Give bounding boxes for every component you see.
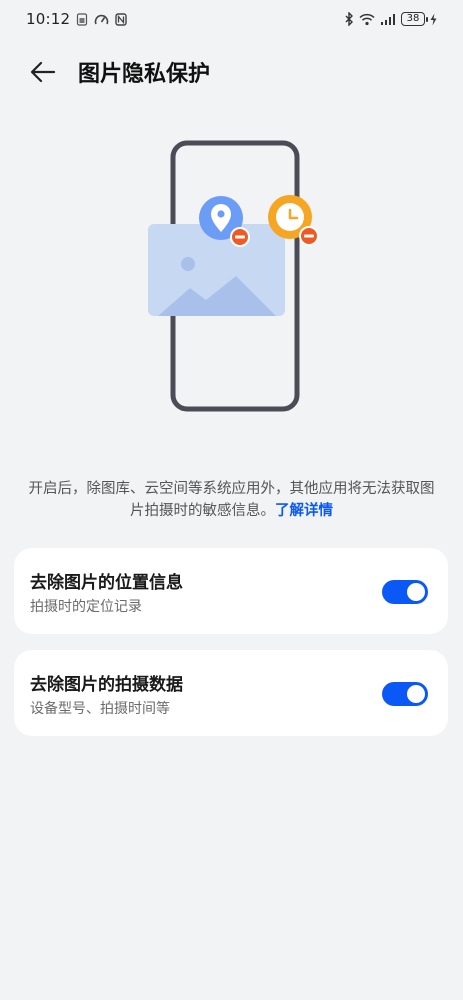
toggle-knob xyxy=(407,685,425,703)
battery-level: 38 xyxy=(406,13,420,24)
toggle-knob xyxy=(407,583,425,601)
back-button[interactable] xyxy=(26,58,60,86)
setting-subtitle: 拍摄时的定位记录 xyxy=(30,599,142,615)
setting-remove-shooting-data[interactable]: 去除图片的拍摄数据 设备型号、拍摄时间等 xyxy=(14,650,448,736)
status-bar: 10:12 38 xyxy=(0,0,463,38)
back-arrow-icon xyxy=(30,61,56,83)
setting-subtitle: 设备型号、拍摄时间等 xyxy=(30,701,170,717)
battery-indicator: 38 xyxy=(401,12,428,26)
speedometer-icon xyxy=(94,13,109,26)
setting-remove-location[interactable]: 去除图片的位置信息 拍摄时的定位记录 xyxy=(14,548,448,634)
signal-icon xyxy=(380,13,396,26)
remove-time-icon xyxy=(299,226,319,246)
status-time: 10:12 xyxy=(26,10,71,28)
status-left: 10:12 xyxy=(26,10,127,28)
privacy-illustration xyxy=(140,140,340,420)
charging-icon xyxy=(430,13,437,26)
remove-location-toggle[interactable] xyxy=(382,580,428,604)
status-right: 38 xyxy=(345,12,437,26)
page-title: 图片隐私保护 xyxy=(78,62,211,87)
wifi-icon xyxy=(359,13,375,26)
description-text: 开启后，除图库、云空间等系统应用外，其他应用将无法获取图片拍摄时的敏感信息。 xyxy=(28,481,435,519)
learn-more-link[interactable]: 了解详情 xyxy=(275,503,333,519)
remove-location-icon xyxy=(230,227,250,247)
sim-card-icon xyxy=(76,12,88,26)
bluetooth-icon xyxy=(345,12,354,26)
app-header: 图片隐私保护 xyxy=(0,50,463,94)
setting-title: 去除图片的位置信息 xyxy=(30,573,183,593)
feature-description: 开启后，除图库、云空间等系统应用外，其他应用将无法获取图片拍摄时的敏感信息。了解… xyxy=(24,478,439,522)
nfc-icon xyxy=(115,12,127,26)
setting-title: 去除图片的拍摄数据 xyxy=(30,675,183,695)
remove-shooting-data-toggle[interactable] xyxy=(382,682,428,706)
